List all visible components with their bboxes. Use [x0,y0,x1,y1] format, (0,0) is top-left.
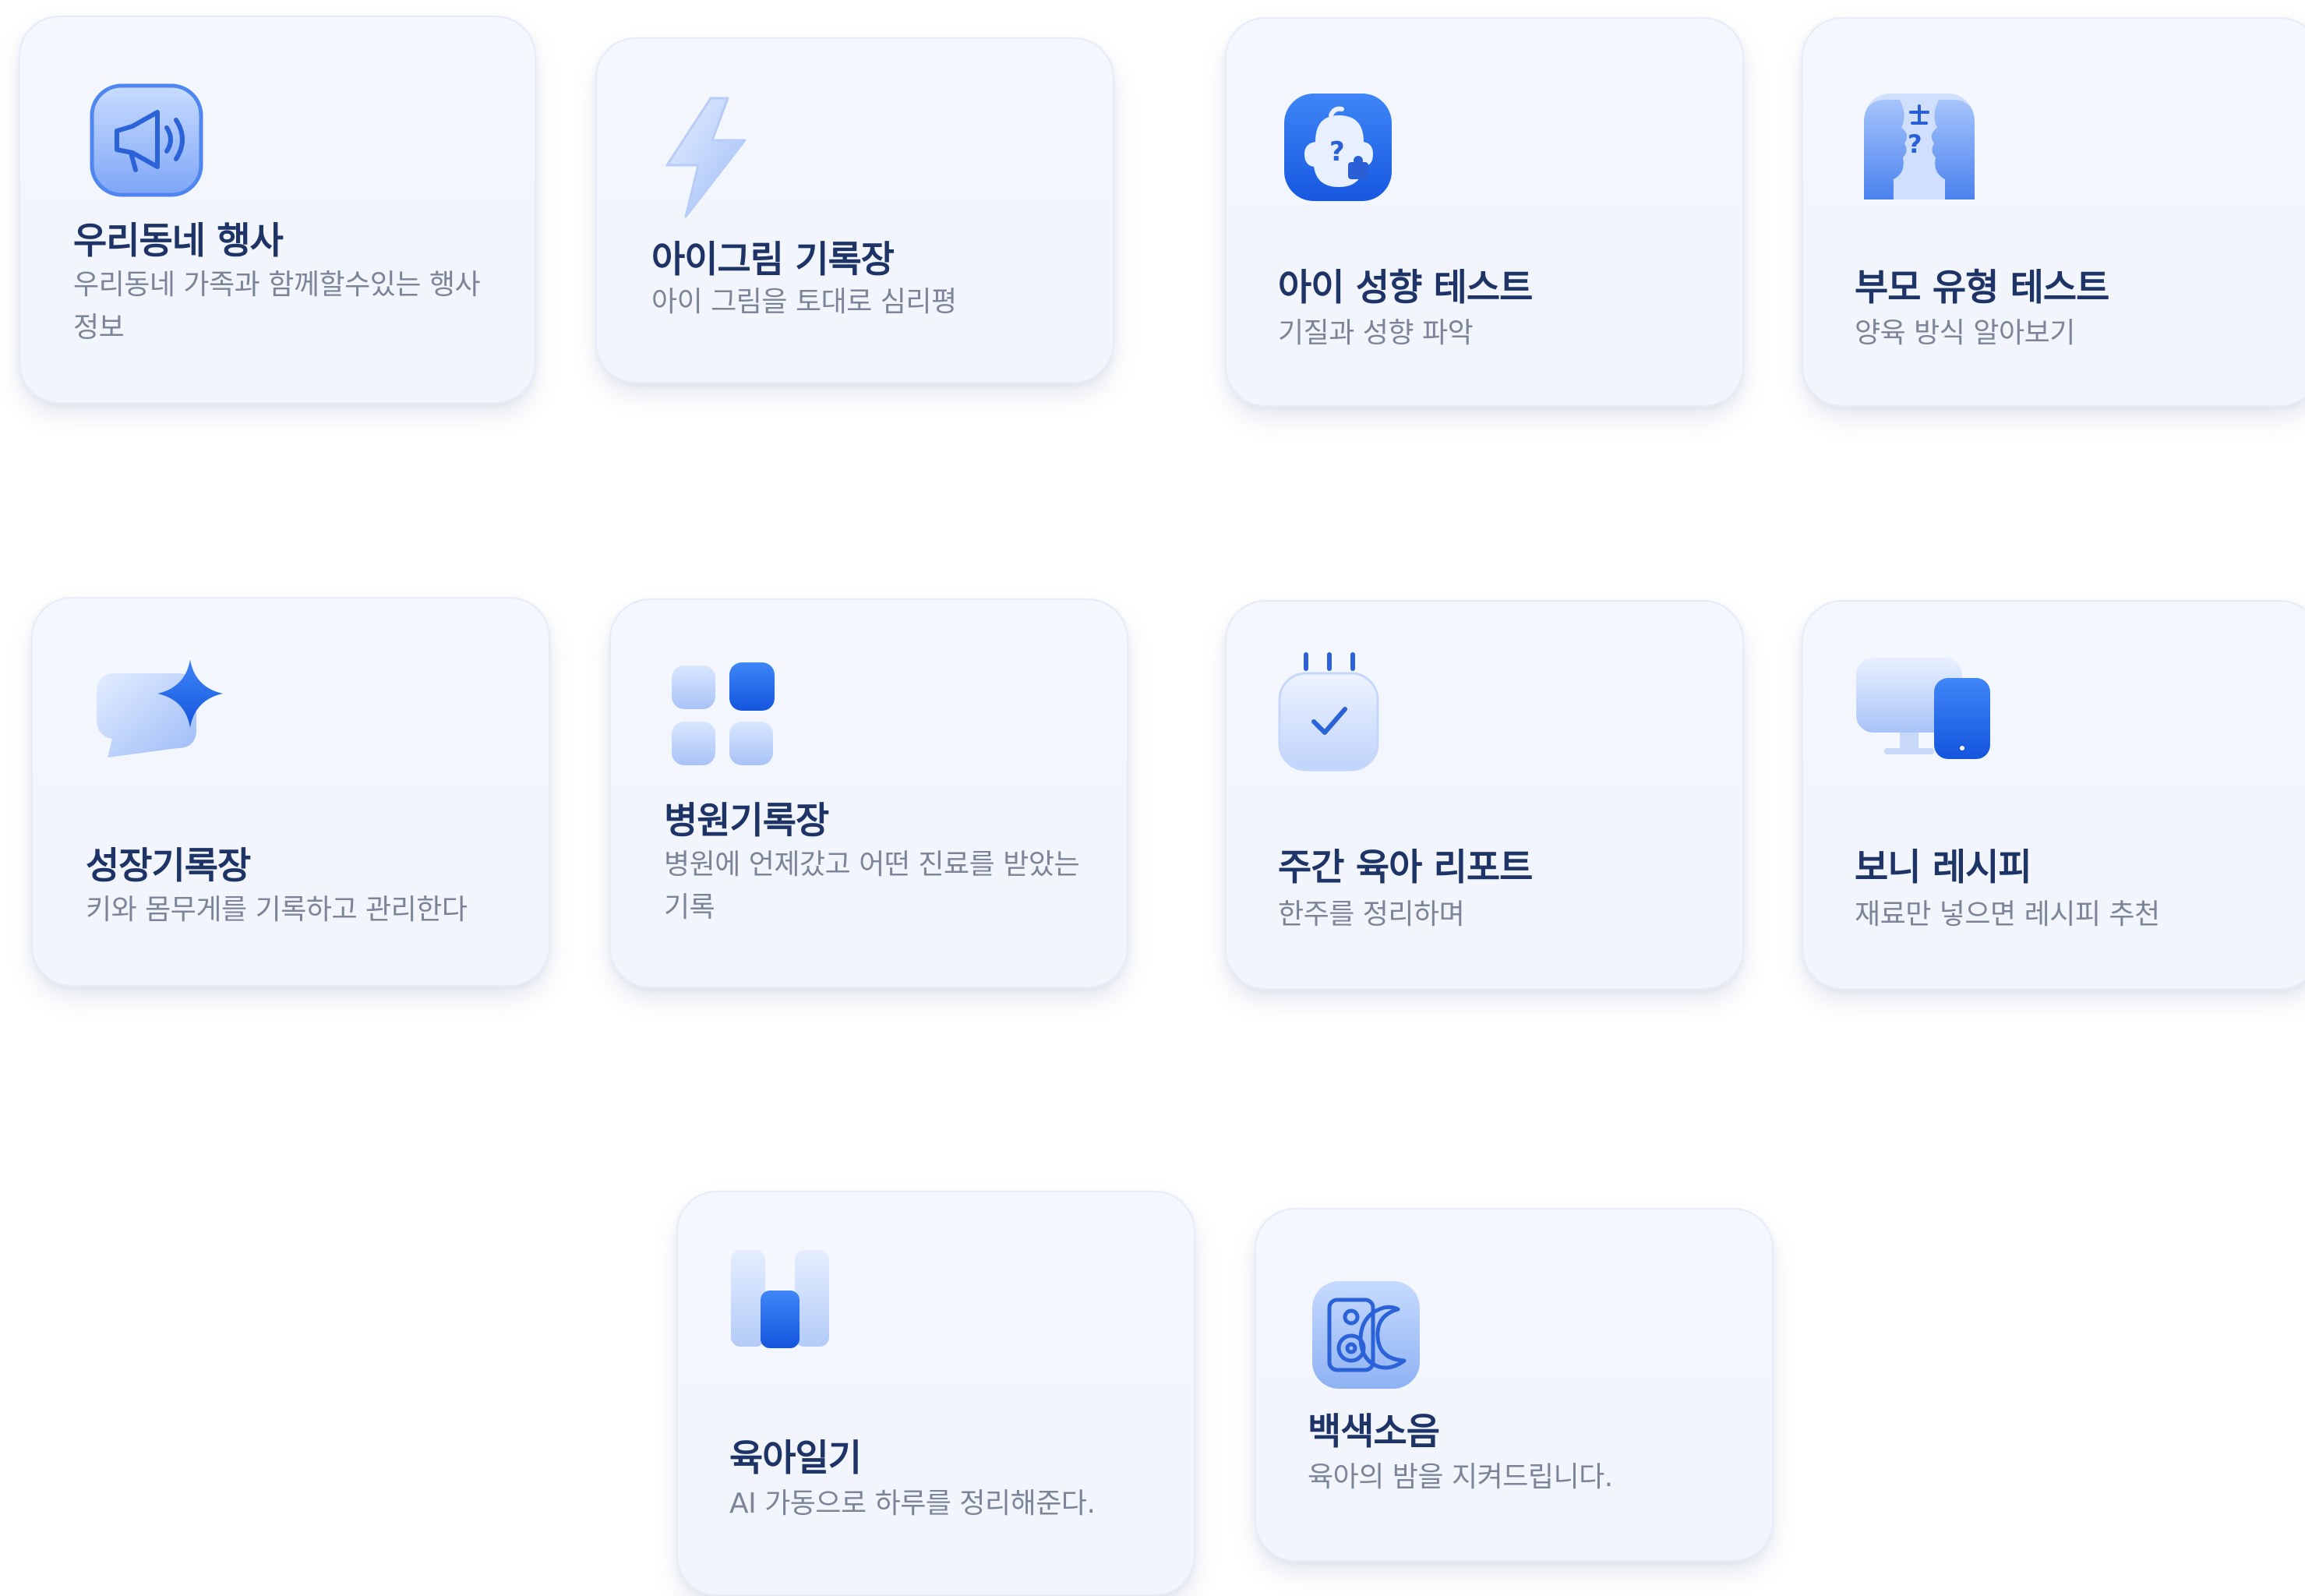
card-description: 키와 몸무게를 기록하고 관리한다 [86,894,468,926]
card-title: 부모 유형 테스트 [1855,267,2109,309]
card-boni-recipe[interactable]: 보니 레시피 재료만 넣으면 레시피 추천 [1802,600,2305,990]
card-title: 아이그림 기록장 [651,238,895,281]
parents-profile-icon: ? [1862,92,1976,201]
svg-text:?: ? [1908,129,1922,159]
devices-icon [1853,653,1993,770]
card-title: 육아일기 [729,1437,862,1480]
calendar-check-icon [1278,650,1379,772]
lightning-icon [653,94,754,221]
card-parent-type-test[interactable]: ? 부모 유형 테스트 양육 방식 알아보기 [1802,17,2305,407]
card-description: 한주를 정리하며 [1278,899,1465,930]
card-title: 우리동네 행사 [73,220,284,263]
card-description: 재료만 넣으면 레시피 추천 [1855,899,2160,930]
speaker-moon-icon [1311,1280,1421,1390]
card-child-personality-test[interactable]: ? 아이 성향 테스트 기질과 성향 파악 [1225,17,1744,407]
card-neighborhood-events[interactable]: 우리동네 행사 우리동네 가족과 함께할수있는 행사 정보 [19,16,536,404]
card-title: 보니 레시피 [1855,846,2032,889]
card-hospital-journal[interactable]: 병원기록장 병원에 언제갔고 어떤 진료를 받았는 기록 [609,598,1128,988]
card-child-drawing-journal[interactable]: 아이그림 기록장 아이 그림을 토대로 심리평 [595,37,1114,383]
card-description: 기질과 성향 파악 [1278,317,1474,349]
card-title: 성장기록장 [86,845,251,888]
app-grid-icon [669,661,776,768]
card-description: 아이 그림을 토대로 심리평 [651,286,957,318]
card-description: 양육 방식 알아보기 [1855,317,2075,349]
card-description: 병원에 언제갔고 어떤 진료를 받았는 기록 [664,849,1080,923]
baby-face-puzzle-icon: ? [1283,92,1393,203]
card-title: 백색소음 [1308,1411,1440,1453]
card-description: 육아의 밤을 지켜드립니다. [1308,1461,1613,1493]
card-weekly-parenting-report[interactable]: 주간 육아 리포트 한주를 정리하며 [1225,600,1744,990]
card-title: 아이 성향 테스트 [1278,267,1533,309]
card-description: 우리동네 가족과 함께할수있는 행사 정보 [73,269,481,344]
sparkle-chat-icon [92,655,232,772]
svg-text:?: ? [1329,136,1345,168]
megaphone-icon [86,70,207,215]
card-title: 병원기록장 [664,800,829,842]
journal-icon [729,1248,831,1350]
card-description: AI 가동으로 하루를 정리해준다. [729,1488,1096,1520]
card-white-noise[interactable]: 백색소음 육아의 밤을 지켜드립니다. [1255,1208,1774,1562]
card-parenting-diary[interactable]: 육아일기 AI 가동으로 하루를 정리해준다. [676,1191,1195,1596]
card-title: 주간 육아 리포트 [1278,846,1533,889]
card-growth-journal[interactable]: 성장기록장 키와 몸무게를 기록하고 관리한다 [31,597,550,987]
